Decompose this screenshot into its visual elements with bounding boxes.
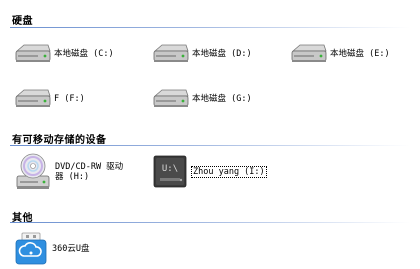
drive-label: 本地磁盘 (C:) [54, 49, 114, 59]
drive-c[interactable]: 本地磁盘 (C:) [14, 43, 114, 65]
drive-g[interactable]: 本地磁盘 (G:) [152, 88, 252, 110]
drive-label: F (F:) [54, 94, 85, 104]
group-divider [10, 145, 410, 146]
hard-disk-icon [152, 43, 190, 65]
drive-label: 本地磁盘 (G:) [192, 94, 252, 104]
hard-disk-icon [14, 43, 52, 65]
group-header-removable: 有可移动存储的设备 [12, 135, 107, 146]
drive-360-cloud[interactable]: 360云U盘 [14, 232, 89, 266]
group-header-hard-disks: 硬盘 [12, 16, 33, 27]
dvd-drive-icon [14, 152, 52, 192]
drive-label: DVD/CD-RW 驱动器 (H:) [55, 162, 124, 182]
drive-i-usb[interactable]: U:\ Zhou yang (I:) [152, 155, 267, 189]
drive-label: 本地磁盘 (E:) [330, 49, 390, 59]
drive-h-dvd[interactable]: DVD/CD-RW 驱动器 (H:) [14, 152, 125, 192]
usb-drive-icon: U:\ [152, 155, 188, 189]
drive-e[interactable]: 本地磁盘 (E:) [290, 43, 390, 65]
drive-label: 360云U盘 [52, 244, 90, 254]
hard-disk-icon [290, 43, 328, 65]
hard-disk-icon [152, 88, 190, 110]
group-divider [10, 27, 410, 28]
drive-label: 本地磁盘 (D:) [192, 49, 252, 59]
drive-label: Zhou yang (I:) [191, 166, 267, 178]
drive-d[interactable]: 本地磁盘 (D:) [152, 43, 252, 65]
group-divider [10, 222, 410, 223]
svg-text:U:\: U:\ [162, 164, 178, 174]
cloud-usb-icon [14, 232, 48, 266]
hard-disk-icon [14, 88, 52, 110]
drive-f[interactable]: F (F:) [14, 88, 85, 110]
